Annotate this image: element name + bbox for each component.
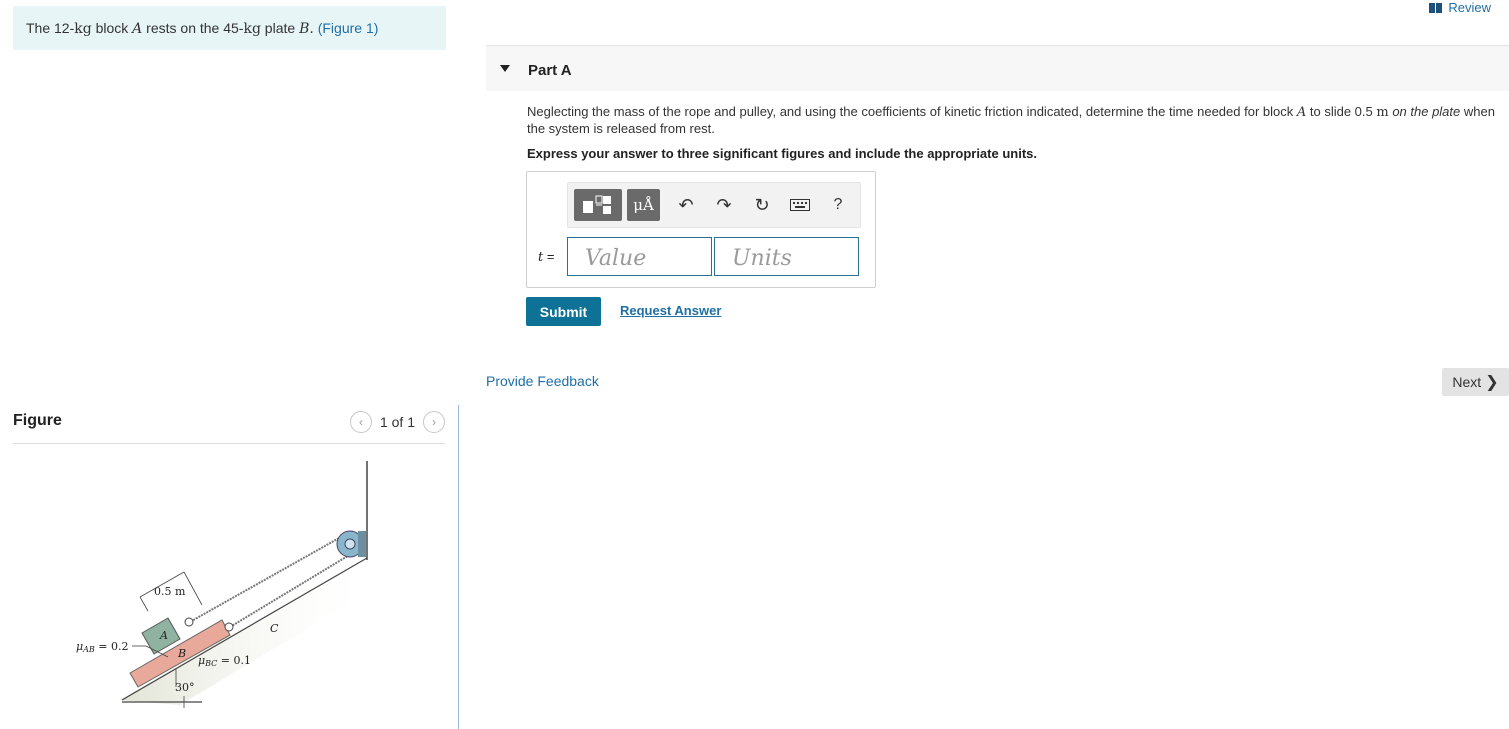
figure-title: Figure <box>13 412 62 429</box>
clip-b <box>224 622 234 632</box>
keyboard-button[interactable] <box>788 189 812 221</box>
question-text: Neglecting the mass of the rope and pull… <box>527 104 1495 136</box>
undo-icon: ↶ <box>678 194 694 215</box>
reset-icon: ↻ <box>754 194 770 215</box>
units-button[interactable]: μÅ <box>627 189 660 221</box>
problem-statement: The 12-kg block A rests on the 45-kg pla… <box>13 6 446 50</box>
chevron-left-icon: ‹ <box>358 415 363 429</box>
point-c-label: C <box>270 622 279 635</box>
value-input[interactable] <box>567 237 712 276</box>
answer-box: μÅ ↶ ↷ ↻ ? t = <box>526 171 876 288</box>
clip-a <box>184 617 194 627</box>
units-input[interactable] <box>714 237 859 276</box>
reset-button[interactable]: ↻ <box>750 189 774 221</box>
pulley-hub <box>344 538 356 550</box>
plate-b-label: B <box>177 647 186 660</box>
chevron-right-icon: › <box>432 415 436 429</box>
next-figure-button[interactable]: › <box>423 411 445 433</box>
left-panel: The 12-kg block A rests on the 45-kg pla… <box>0 0 458 729</box>
panel-divider <box>458 405 459 729</box>
pulley-bracket <box>358 531 366 557</box>
pager-text: 1 of 1 <box>379 414 415 430</box>
figure-link[interactable]: (Figure 1) <box>318 20 379 36</box>
figure-header: Figure ‹ 1 of 1 › <box>13 408 445 444</box>
next-button[interactable]: Next ❯ <box>1442 368 1509 396</box>
mu-ab-label: μAB = 0.2 <box>76 640 129 654</box>
chevron-right-icon: ❯ <box>1485 374 1499 391</box>
template-icon <box>583 195 611 214</box>
math-toolbar: μÅ ↶ ↷ ↻ ? <box>567 182 861 228</box>
figure-pager: ‹ 1 of 1 › <box>349 411 445 433</box>
part-title: Part A <box>528 62 572 79</box>
keyboard-icon <box>790 199 810 211</box>
instruction-text: Express your answer to three significant… <box>527 146 1037 161</box>
prev-figure-button[interactable]: ‹ <box>349 411 372 433</box>
redo-icon: ↷ <box>716 194 732 215</box>
part-a-header[interactable]: Part A <box>486 45 1509 91</box>
review-link[interactable]: Review <box>1429 0 1491 15</box>
variable-label: t = <box>538 249 555 265</box>
caret-down-icon <box>500 65 510 72</box>
figure-diagram: 0.5 m A B C μAB = 0.2 μBC = 0.1 30° <box>76 461 380 708</box>
provide-feedback-link[interactable]: Provide Feedback <box>486 373 599 389</box>
undo-button[interactable]: ↶ <box>674 189 698 221</box>
template-button[interactable] <box>574 189 622 221</box>
submit-button[interactable]: Submit <box>526 297 601 326</box>
block-a-label: A <box>159 629 168 642</box>
dim-label: 0.5 m <box>154 585 186 598</box>
angle-label: 30° <box>175 681 195 694</box>
redo-button[interactable]: ↷ <box>712 189 736 221</box>
help-button[interactable]: ? <box>828 189 848 221</box>
book-icon <box>1429 2 1443 13</box>
next-label: Next <box>1452 374 1482 390</box>
request-answer-link[interactable]: Request Answer <box>620 303 721 318</box>
